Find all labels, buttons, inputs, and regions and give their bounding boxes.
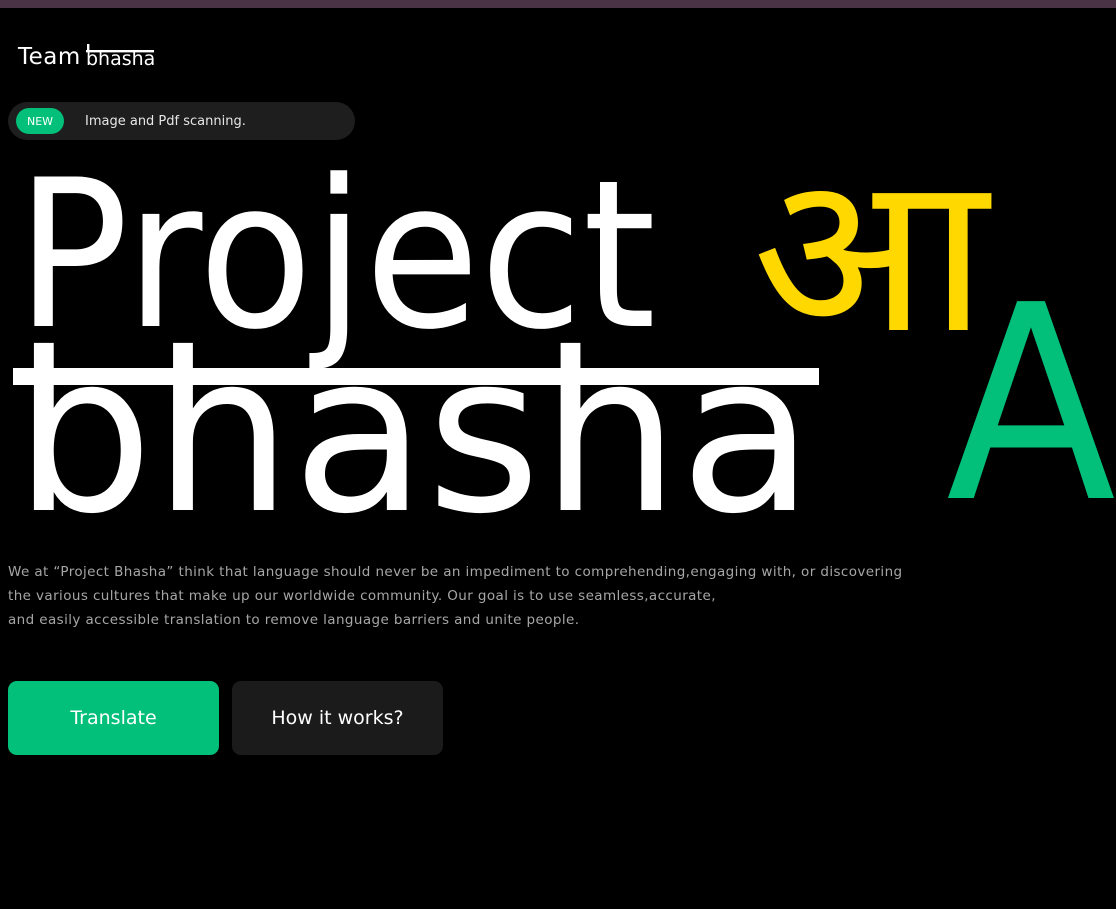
- announcement-text: Image and Pdf scanning.: [85, 113, 246, 129]
- translate-button-label: Translate: [70, 707, 157, 729]
- brand-logo[interactable]: Team bhasha: [18, 42, 156, 72]
- translate-button[interactable]: Translate: [8, 681, 219, 755]
- hero-title: Project bhasha आ A: [0, 160, 1116, 550]
- description-line-3: and easily accessible translation to rem…: [8, 612, 580, 628]
- description-line-1: We at “Project Bhasha” think that langua…: [8, 564, 903, 580]
- hero-description: We at “Project Bhasha” think that langua…: [8, 560, 908, 632]
- hero-title-line2: bhasha: [14, 306, 814, 550]
- brand-team-text: Team: [18, 44, 81, 70]
- how-it-works-button[interactable]: How it works?: [232, 681, 443, 755]
- announcement-banner[interactable]: NEW Image and Pdf scanning.: [8, 102, 355, 140]
- hero-graphic: Project bhasha आ A: [13, 160, 1116, 550]
- shirorekha-bar: [13, 368, 819, 385]
- description-line-2: the various cultures that make up our wo…: [8, 588, 716, 604]
- top-strip: [0, 0, 1116, 8]
- new-badge: NEW: [16, 108, 64, 134]
- how-it-works-button-label: How it works?: [271, 707, 404, 729]
- latin-letter: A: [946, 247, 1116, 550]
- brand-bhasha-logotype: bhasha: [85, 44, 155, 70]
- landing-page: Team bhasha NEW Image and Pdf scanning. …: [0, 0, 1116, 909]
